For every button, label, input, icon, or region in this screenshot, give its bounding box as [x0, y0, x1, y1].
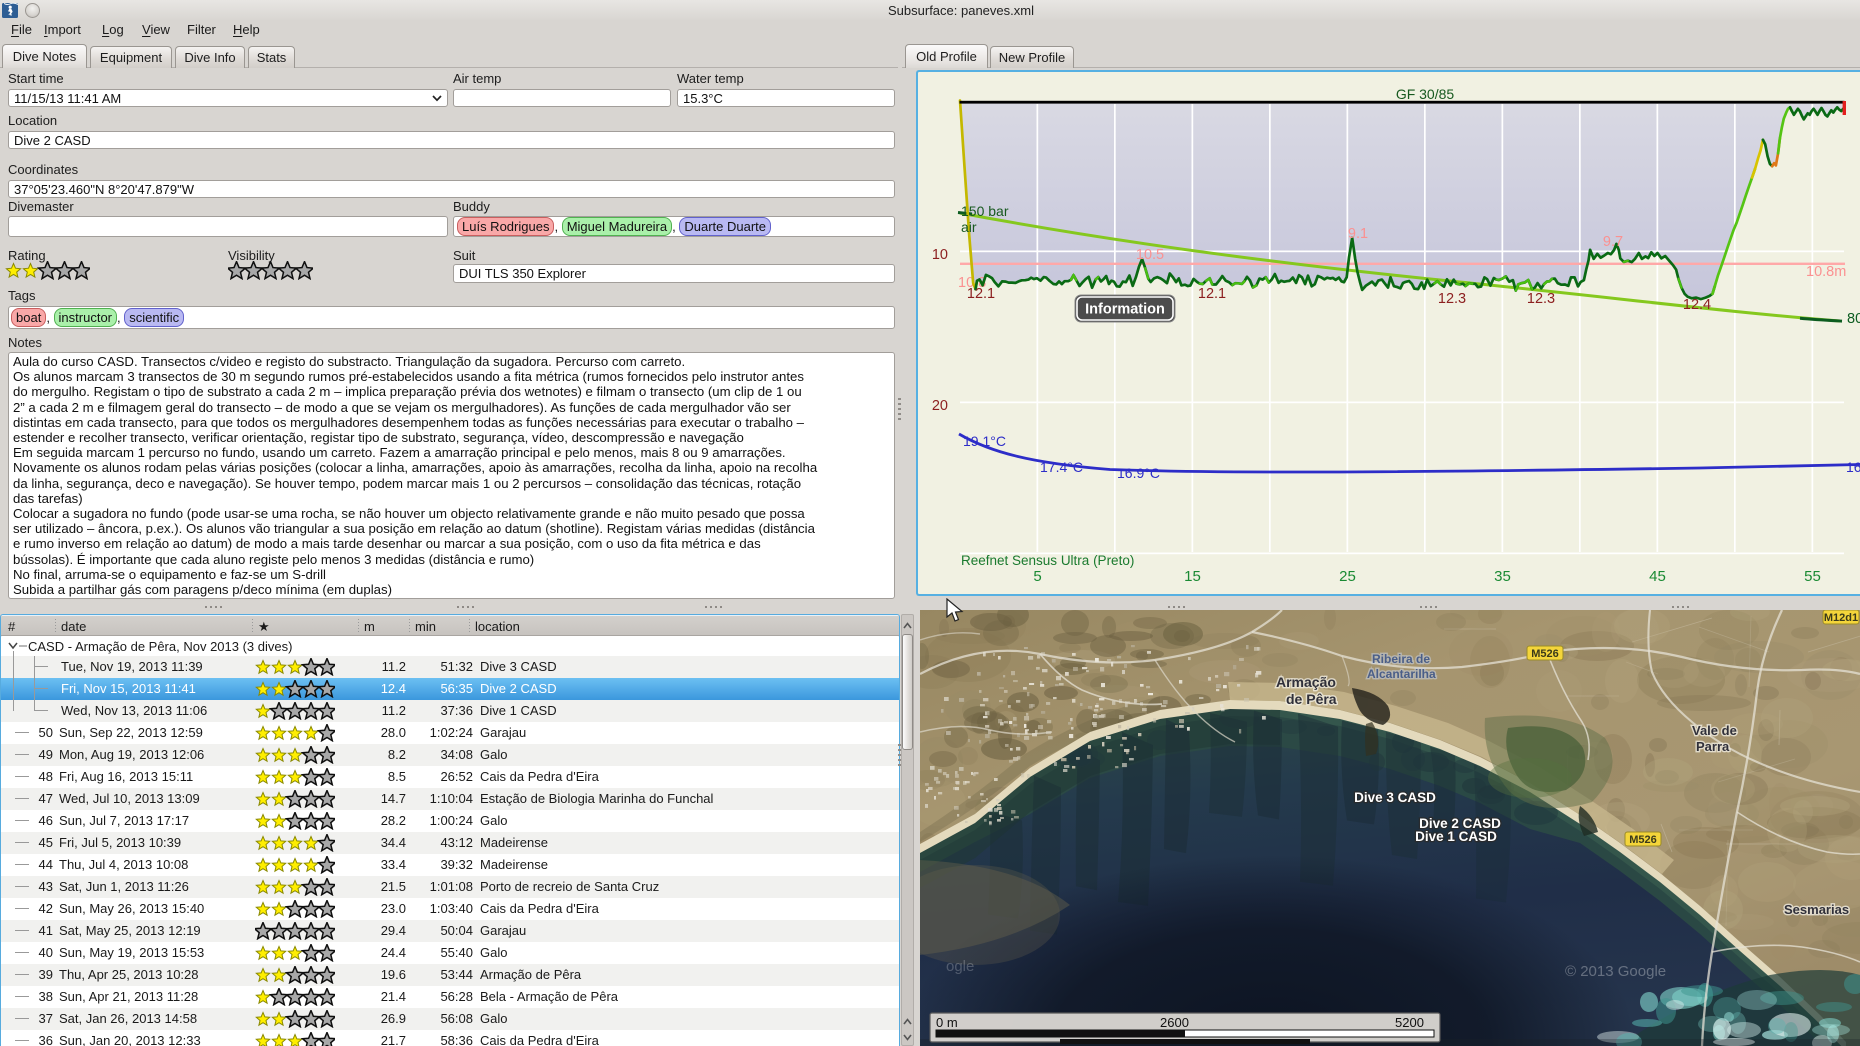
- svg-text:Reefnet Sensus Ultra (Preto): Reefnet Sensus Ultra (Preto): [961, 553, 1134, 568]
- svg-text:M526: M526: [1531, 648, 1559, 660]
- svg-text:55: 55: [1804, 568, 1821, 585]
- svg-text:25: 25: [1339, 568, 1356, 585]
- svg-text:12.1: 12.1: [967, 286, 995, 302]
- svg-text:12.1: 12.1: [1198, 286, 1226, 302]
- svg-text:16.9°C: 16.9°C: [1117, 465, 1160, 481]
- svg-text:16: 16: [1846, 459, 1860, 475]
- svg-text:Parra: Parra: [1696, 739, 1730, 754]
- svg-text:Information: Information: [1085, 302, 1165, 318]
- svg-text:ogle: ogle: [946, 958, 974, 975]
- svg-text:10.8m: 10.8m: [1806, 264, 1846, 280]
- svg-text:Dive 3 CASD: Dive 3 CASD: [1354, 790, 1436, 805]
- svg-text:5: 5: [1033, 568, 1041, 585]
- svg-text:Ribeira de: Ribeira de: [1372, 652, 1430, 666]
- svg-text:GF 30/85: GF 30/85: [1396, 86, 1455, 102]
- svg-text:Sesmarias: Sesmarias: [1784, 902, 1849, 917]
- svg-text:9.7: 9.7: [1603, 234, 1623, 250]
- svg-text:9.1: 9.1: [1348, 226, 1368, 242]
- svg-text:10: 10: [932, 247, 948, 263]
- svg-text:air: air: [961, 219, 977, 235]
- svg-text:0 m: 0 m: [936, 1015, 958, 1030]
- svg-text:45: 45: [1649, 568, 1666, 585]
- svg-text:80: 80: [1847, 311, 1860, 327]
- svg-text:12.4: 12.4: [1683, 297, 1711, 313]
- svg-text:Vale de: Vale de: [1692, 723, 1737, 738]
- svg-text:35: 35: [1494, 568, 1511, 585]
- svg-text:de Pêra: de Pêra: [1286, 691, 1337, 707]
- svg-text:19.1°C: 19.1°C: [963, 433, 1006, 449]
- svg-text:150 bar: 150 bar: [961, 203, 1009, 219]
- svg-text:Dive 1 CASD: Dive 1 CASD: [1415, 829, 1497, 844]
- svg-text:Armação: Armação: [1276, 674, 1336, 690]
- svg-text:12.3: 12.3: [1438, 291, 1466, 307]
- svg-text:10.5: 10.5: [1136, 247, 1164, 263]
- svg-text:M12d1: M12d1: [1824, 612, 1858, 624]
- svg-text:15: 15: [1184, 568, 1201, 585]
- svg-text:5200: 5200: [1395, 1015, 1424, 1030]
- svg-text:© 2013 Google: © 2013 Google: [1565, 963, 1666, 980]
- svg-text:2600: 2600: [1160, 1015, 1189, 1030]
- svg-text:Alcantarilha: Alcantarilha: [1367, 667, 1436, 681]
- svg-text:20: 20: [932, 398, 948, 414]
- svg-text:M526: M526: [1629, 834, 1657, 846]
- svg-text:12.3: 12.3: [1527, 291, 1555, 307]
- svg-text:17.4°C: 17.4°C: [1040, 459, 1083, 475]
